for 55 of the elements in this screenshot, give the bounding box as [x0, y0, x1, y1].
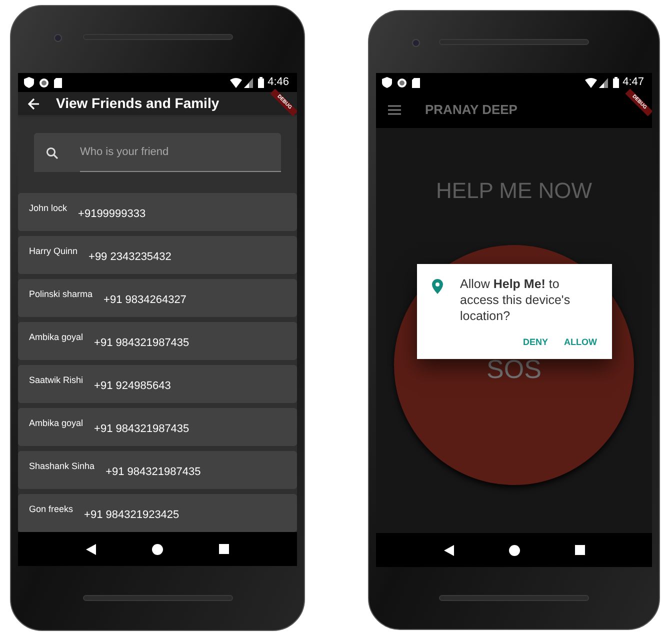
contact-card[interactable]: Saatwik Rishi +91 924985643	[18, 365, 297, 403]
status-time: 4:46	[268, 75, 289, 90]
contact-name: Gon freeks	[29, 503, 74, 516]
signal-icon	[598, 78, 608, 88]
record-icon	[397, 78, 407, 88]
search-field[interactable]: Who is your friend	[34, 133, 281, 172]
contact-name: John lock	[29, 202, 68, 216]
sd-card-icon	[412, 78, 420, 88]
contact-phone: +9199999333	[78, 206, 146, 222]
contact-name: Ambika goyal	[29, 417, 84, 430]
shield-icon	[382, 77, 392, 88]
battery-icon	[612, 77, 619, 88]
shield-icon	[24, 77, 34, 88]
status-time: 4:47	[622, 75, 644, 90]
contact-card[interactable]: John lock +9199999333	[18, 193, 297, 231]
help-heading: HELP ME NOW	[436, 177, 592, 205]
home-nav-icon[interactable]	[508, 544, 520, 556]
app-bar-title: PRANAY DEEP	[425, 101, 518, 120]
camera	[412, 39, 420, 47]
signal-icon	[244, 78, 253, 88]
back-arrow-icon[interactable]	[28, 98, 40, 110]
contact-phone: +99 2343235432	[88, 250, 172, 265]
recents-nav-icon[interactable]	[574, 545, 584, 555]
contact-name: Ambika goyal	[29, 331, 84, 344]
permission-message: Allow Help Me! to access this device's location?	[460, 276, 572, 324]
menu-icon[interactable]	[388, 105, 401, 115]
contact-name: Shashank Sinha	[29, 460, 95, 474]
location-pin-icon	[432, 279, 443, 294]
contact-phone: +91 984321987435	[94, 422, 190, 437]
contact-phone: +91 984321987435	[106, 464, 201, 480]
search-icon	[46, 146, 58, 158]
search-input[interactable]: Who is your friend	[80, 144, 250, 161]
record-icon	[39, 78, 49, 88]
dialog-action-button[interactable]: DENY	[522, 336, 548, 350]
contact-name: Harry Quinn	[29, 245, 78, 258]
contact-card[interactable]: Harry Quinn +99 2343235432	[18, 236, 297, 274]
contact-name: Polinski sharma	[29, 288, 93, 302]
sd-card-icon	[54, 78, 62, 88]
contact-card[interactable]: Ambika goyal +91 984321987435	[18, 408, 297, 446]
dialog-action-button[interactable]: ALLOW	[564, 336, 597, 350]
contact-card[interactable]: Gon freeks +91 984321923425	[18, 494, 297, 532]
contact-card[interactable]: Polinski sharma +91 9834264327	[18, 279, 297, 317]
contact-name: Saatwik Rishi	[29, 374, 84, 388]
contact-card[interactable]: Ambika goyal +91 984321987435	[18, 322, 297, 360]
contact-card[interactable]: Shashank Sinha +91 984321987435	[18, 451, 297, 489]
contact-phone: +91 984321923425	[84, 508, 180, 523]
battery-icon	[258, 77, 264, 88]
back-nav-icon[interactable]	[444, 544, 454, 556]
contact-phone: +91 984321987435	[94, 336, 190, 351]
back-nav-icon[interactable]	[86, 544, 96, 554]
contact-phone: +91 9834264327	[104, 292, 186, 308]
home-nav-icon[interactable]	[152, 544, 163, 554]
app-bar-title: View Friends and Family	[56, 94, 220, 113]
contact-phone: +91 924985643	[94, 378, 171, 394]
camera	[54, 34, 62, 42]
